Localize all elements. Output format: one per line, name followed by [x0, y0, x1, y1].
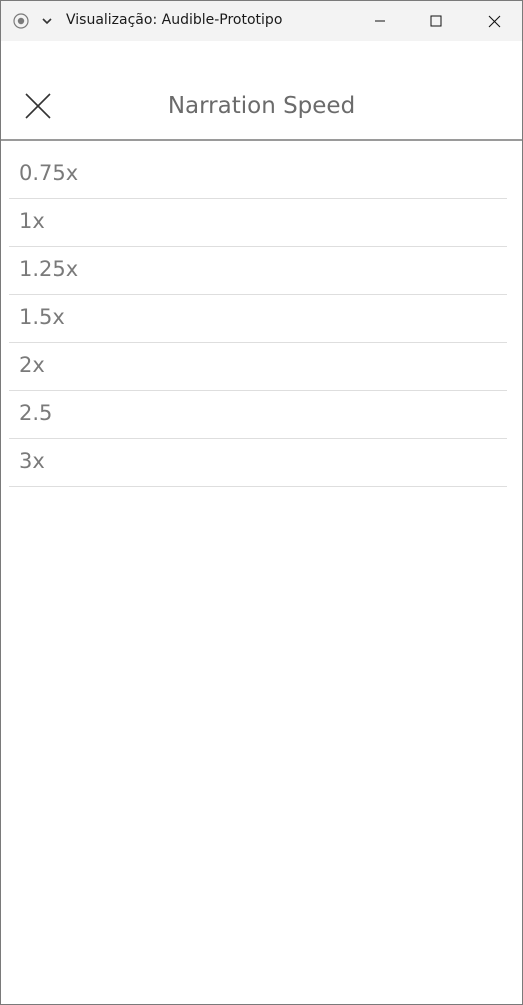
speed-option-1x[interactable]: 1x [9, 199, 507, 247]
chevron-down-icon[interactable] [41, 16, 53, 26]
speed-option-3x[interactable]: 3x [9, 439, 507, 487]
speed-option-label: 2x [19, 353, 45, 377]
title-bar[interactable]: Visualização: Audible-Prototipo [1, 1, 522, 41]
speed-options-list: 0.75x 1x 1.25x 1.5x 2x 2.5 3x [9, 151, 507, 487]
close-window-button[interactable] [466, 1, 522, 41]
window-title: Visualização: Audible-Prototipo [66, 12, 283, 28]
speed-option-label: 1.5x [19, 305, 65, 329]
speed-option-2x[interactable]: 2x [9, 343, 507, 391]
maximize-icon [430, 15, 442, 27]
minimize-button[interactable] [352, 1, 408, 41]
maximize-button[interactable] [408, 1, 464, 41]
speed-option-label: 2.5 [19, 401, 53, 425]
speed-option-label: 0.75x [19, 161, 79, 185]
minimize-icon [375, 20, 385, 22]
app-window: Visualização: Audible-Prototipo Narratio… [0, 0, 523, 1005]
speed-option-label: 3x [19, 449, 45, 473]
speed-option-0-75x[interactable]: 0.75x [9, 151, 507, 199]
speed-option-label: 1.25x [19, 257, 79, 281]
speed-option-1-25x[interactable]: 1.25x [9, 247, 507, 295]
speed-option-2-5[interactable]: 2.5 [9, 391, 507, 439]
header-divider [1, 139, 522, 141]
app-record-icon[interactable] [13, 13, 29, 29]
panel-header: Narration Speed [1, 41, 522, 139]
close-icon [488, 15, 500, 27]
speed-option-label: 1x [19, 209, 45, 233]
page-title: Narration Speed [167, 93, 356, 119]
speed-option-1-5x[interactable]: 1.5x [9, 295, 507, 343]
